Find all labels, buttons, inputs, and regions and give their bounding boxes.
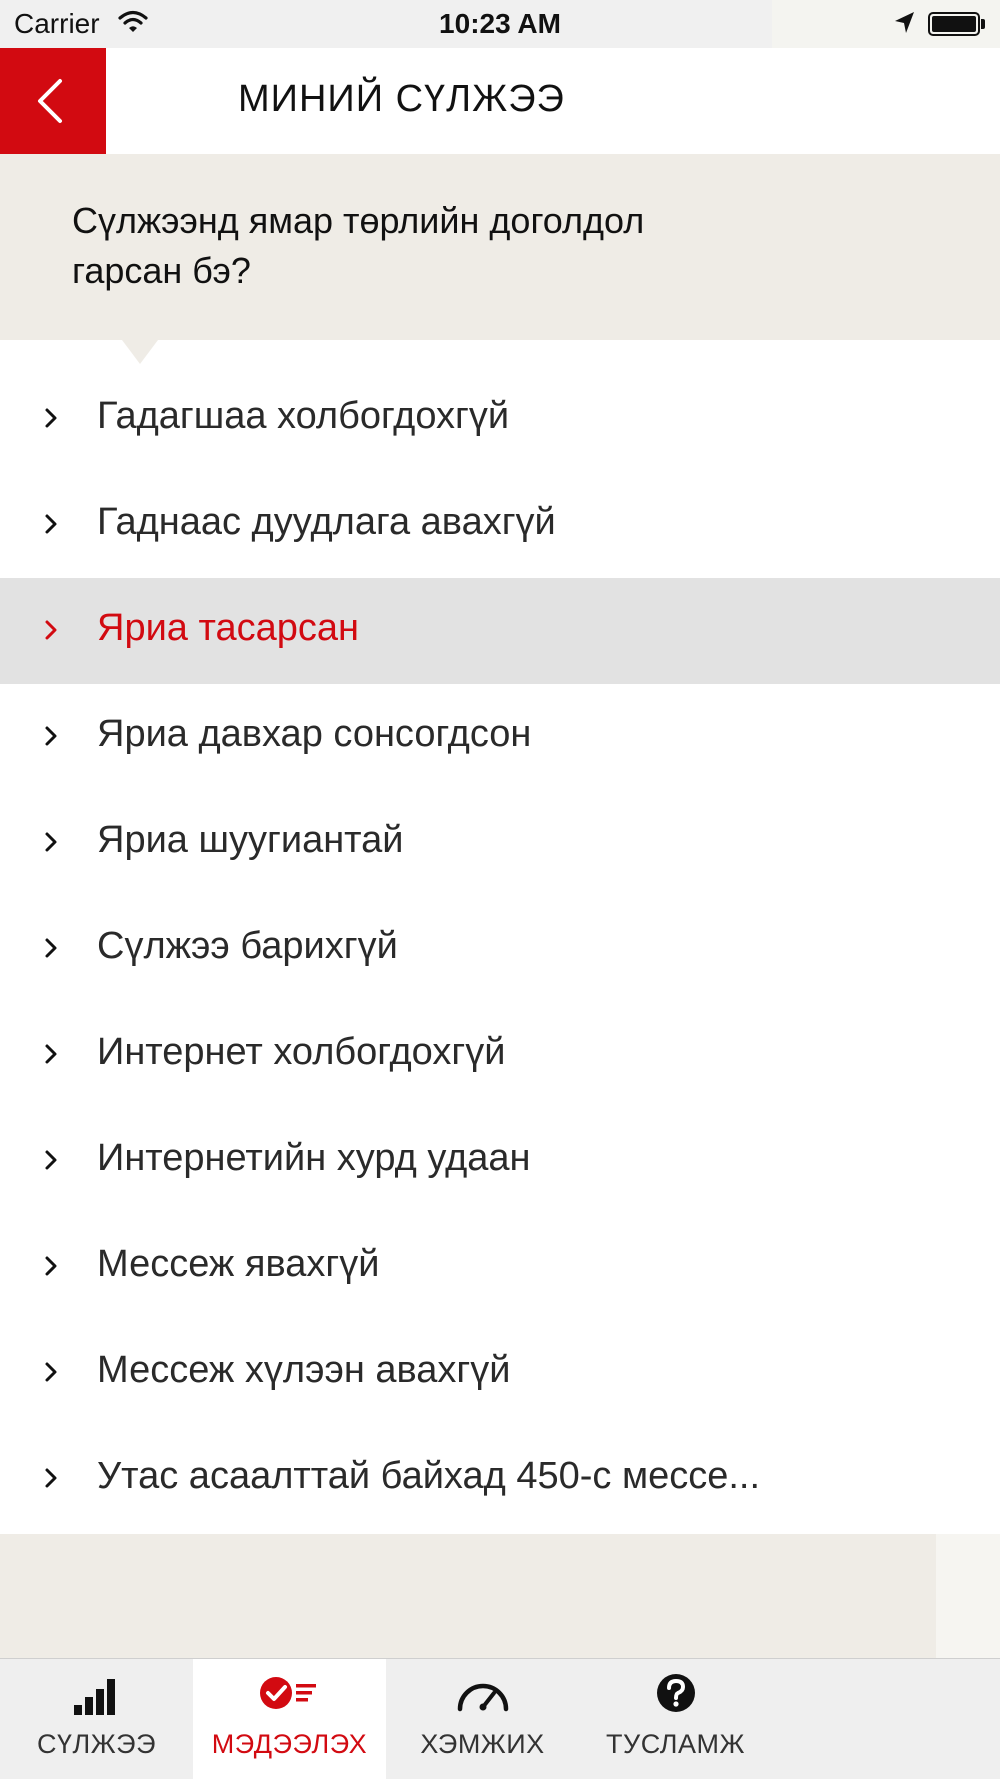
chevron-right-icon	[44, 724, 58, 753]
chevron-right-icon	[44, 1254, 58, 1283]
question-band: Сүлжээнд ямар төрлийн доголдол гарсан бэ…	[0, 154, 1000, 340]
issue-list-item[interactable]: Гадагшаа холбогдохгүй	[0, 366, 1000, 472]
issue-label: Мессеж явахгүй	[97, 1243, 380, 1285]
tab-label: СҮЛЖЭЭ	[37, 1729, 156, 1759]
tab-label: ХЭМЖИХ	[420, 1729, 545, 1759]
chevron-right-icon	[44, 406, 58, 435]
tab-bar: СҮЛЖЭЭ МЭДЭЭЛЭХ ХЭМЖИХ ТУСЛАМЖ	[0, 1658, 1000, 1779]
nav-header: МИНИЙ СҮЛЖЭЭ	[0, 48, 1000, 154]
location-arrow-icon	[892, 10, 916, 41]
chevron-right-icon	[44, 618, 58, 647]
page-title: МИНИЙ СҮЛЖЭЭ	[238, 78, 565, 120]
tab-help[interactable]: ТУСЛАМЖ	[579, 1659, 772, 1779]
issue-label: Сүлжээ барихгүй	[97, 925, 398, 967]
issue-label: Гаднаас дуудлага авахгүй	[97, 501, 556, 543]
status-bar: Carrier 10:23 AM	[0, 0, 1000, 49]
battery-icon	[928, 12, 980, 36]
signal-bars-icon	[0, 1673, 193, 1722]
chevron-right-icon	[44, 1042, 58, 1071]
question-pointer	[122, 340, 158, 364]
tab-report[interactable]: МЭДЭЭЛЭХ	[193, 1659, 386, 1779]
issue-list-item[interactable]: Сүлжээ барихгүй	[0, 896, 1000, 1002]
issue-list-item[interactable]: Интернетийн хурд удаан	[0, 1108, 1000, 1214]
battery-tip	[981, 19, 985, 29]
issue-list: Гадагшаа холбогдохгүй Гаднаас дуудлага ав…	[0, 366, 1000, 1532]
issue-label: Гадагшаа холбогдохгүй	[97, 395, 510, 437]
tab-network[interactable]: СҮЛЖЭЭ	[0, 1659, 193, 1779]
list-footer-area-right	[936, 1534, 1000, 1658]
report-check-icon	[193, 1673, 386, 1722]
issue-label: Интернет холбогдохгүй	[97, 1031, 506, 1073]
issue-list-item[interactable]: Интернет холбогдохгүй	[0, 1002, 1000, 1108]
list-footer-area	[0, 1534, 936, 1658]
speedometer-icon	[386, 1673, 579, 1722]
tab-label: МЭДЭЭЛЭХ	[211, 1729, 368, 1759]
status-time: 10:23 AM	[439, 8, 561, 39]
chevron-right-icon	[44, 1360, 58, 1389]
back-button[interactable]	[0, 48, 106, 154]
issue-list-item[interactable]: Яриа давхар сонсогдсон	[0, 684, 1000, 790]
tab-measure[interactable]: ХЭМЖИХ	[386, 1659, 579, 1779]
chevron-right-icon	[44, 936, 58, 965]
chevron-right-icon	[44, 1466, 58, 1495]
chevron-right-icon	[44, 512, 58, 541]
issue-label: Яриа давхар сонсогдсон	[97, 713, 532, 755]
issue-list-item[interactable]: Гаднаас дуудлага авахгүй	[0, 472, 1000, 578]
battery-level	[932, 16, 976, 32]
issue-list-item[interactable]: Утас асаалттай байхад 450-с мессе...	[0, 1426, 1000, 1532]
question-text: Сүлжээнд ямар төрлийн доголдол гарсан бэ…	[72, 200, 645, 291]
chevron-right-icon	[44, 1148, 58, 1177]
tab-label: ТУСЛАМЖ	[606, 1729, 745, 1759]
issue-label: Мессеж хүлээн авахгүй	[97, 1349, 511, 1391]
issue-label: Интернетийн хурд удаан	[97, 1137, 531, 1179]
issue-label: Яриа тасарсан	[97, 607, 359, 649]
issue-list-item[interactable]: Мессеж хүлээн авахгүй	[0, 1320, 1000, 1426]
chevron-right-icon	[44, 830, 58, 859]
issue-list-item[interactable]: Мессеж явахгүй	[0, 1214, 1000, 1320]
help-icon	[579, 1673, 772, 1722]
issue-label: Яриа шуугиантай	[97, 819, 404, 861]
chevron-left-icon	[38, 79, 62, 123]
issue-label: Утас асаалттай байхад 450-с мессе...	[97, 1455, 761, 1497]
issue-list-item[interactable]: Яриа шуугиантай	[0, 790, 1000, 896]
issue-list-item[interactable]: Яриа тасарсан	[0, 578, 1000, 684]
